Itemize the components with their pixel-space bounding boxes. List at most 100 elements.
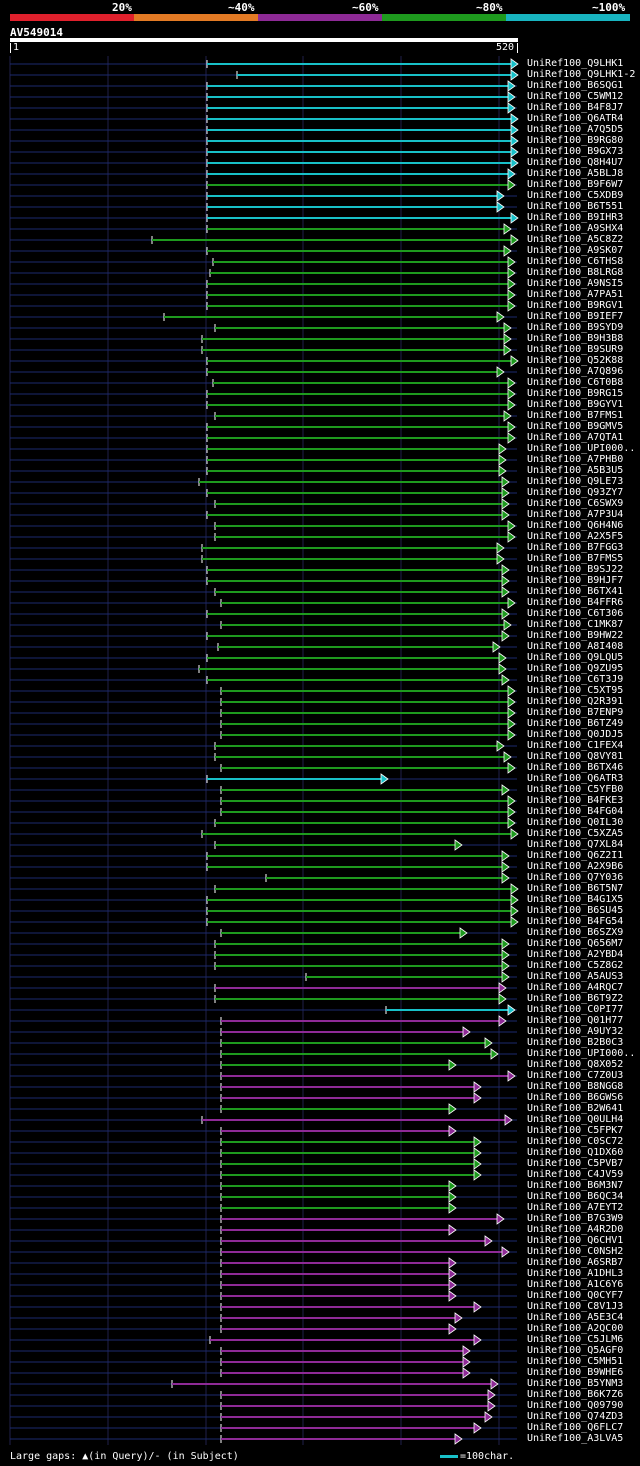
hit-label[interactable]: UniRef100_A4R2D0	[527, 1224, 623, 1235]
hit-label[interactable]: UniRef100_Q2R391	[527, 696, 623, 707]
hit-label[interactable]: UniRef100_Q0CYF7	[527, 1290, 623, 1301]
hit-label[interactable]: UniRef100_Q9LHK1	[527, 58, 623, 69]
hit-label[interactable]: UniRef100_B6TX46	[527, 762, 623, 773]
hit-label[interactable]: UniRef100_B9H3B8	[527, 333, 623, 344]
hit-label[interactable]: UniRef100_C5FPK7	[527, 1125, 623, 1136]
hit-label[interactable]: UniRef100_A9UY32	[527, 1026, 623, 1037]
hit-label[interactable]: UniRef100_B6TZ49	[527, 718, 623, 729]
hit-label[interactable]: UniRef100_A2QC00	[527, 1323, 623, 1334]
hit-label[interactable]: UniRef100_B6SQG1	[527, 80, 623, 91]
hit-label[interactable]: UniRef100_B4G1X5	[527, 894, 623, 905]
hit-label[interactable]: UniRef100_C6SWX9	[527, 498, 623, 509]
hit-label[interactable]: UniRef100_B7G3W9	[527, 1213, 623, 1224]
hit-label[interactable]: UniRef100_B6TX41	[527, 586, 623, 597]
hit-label[interactable]: UniRef100_A2X9B6	[527, 861, 623, 872]
hit-label[interactable]: UniRef100_B9SUR9	[527, 344, 623, 355]
hit-label[interactable]: UniRef100_B9RG15	[527, 388, 623, 399]
hit-label[interactable]: UniRef100_A7Q896	[527, 366, 623, 377]
hit-label[interactable]: UniRef100_B7ENP9	[527, 707, 623, 718]
hit-label[interactable]: UniRef100_C1MK87	[527, 619, 623, 630]
hit-label[interactable]: UniRef100_A6SRB7	[527, 1257, 623, 1268]
hit-label[interactable]: UniRef100_C6T0B8	[527, 377, 623, 388]
hit-label[interactable]: UniRef100_Q8VY81	[527, 751, 623, 762]
hit-label[interactable]: UniRef100_Q7Y036	[527, 872, 623, 883]
hit-label[interactable]: UniRef100_B8NGG8	[527, 1081, 623, 1092]
hit-label[interactable]: UniRef100_UPI000..	[527, 443, 635, 454]
hit-label[interactable]: UniRef100_A2X5F5	[527, 531, 623, 542]
hit-label[interactable]: UniRef100_Q0ULH4	[527, 1114, 623, 1125]
hit-label[interactable]: UniRef100_C8V1J3	[527, 1301, 623, 1312]
hit-label[interactable]: UniRef100_B8LRG8	[527, 267, 623, 278]
hit-label[interactable]: UniRef100_C1FEX4	[527, 740, 623, 751]
hit-label[interactable]: UniRef100_B9WHE6	[527, 1367, 623, 1378]
hit-label[interactable]: UniRef100_C5WM12	[527, 91, 623, 102]
hit-label[interactable]: UniRef100_C6THS8	[527, 256, 623, 267]
hit-label[interactable]: UniRef100_A3LVA5	[527, 1433, 623, 1444]
hit-label[interactable]: UniRef100_B9HJF7	[527, 575, 623, 586]
hit-label[interactable]: UniRef100_C6T3J9	[527, 674, 623, 685]
hit-label[interactable]: UniRef100_Q6ATR3	[527, 773, 623, 784]
hit-label[interactable]: UniRef100_A8I408	[527, 641, 623, 652]
hit-label[interactable]: UniRef100_B9SJ22	[527, 564, 623, 575]
hit-label[interactable]: UniRef100_B9SYD9	[527, 322, 623, 333]
hit-label[interactable]: UniRef100_Q5AGF0	[527, 1345, 623, 1356]
hit-label[interactable]: UniRef100_Q9LE73	[527, 476, 623, 487]
hit-label[interactable]: UniRef100_B9GYV1	[527, 399, 623, 410]
hit-label[interactable]: UniRef100_Q6CHV1	[527, 1235, 623, 1246]
hit-label[interactable]: UniRef100_A4RQC7	[527, 982, 623, 993]
hit-label[interactable]: UniRef100_A7Q5D5	[527, 124, 623, 135]
hit-label[interactable]: UniRef100_C0SC72	[527, 1136, 623, 1147]
hit-label[interactable]: UniRef100_B6T5N7	[527, 883, 623, 894]
hit-label[interactable]: UniRef100_C5XDB9	[527, 190, 623, 201]
hit-label[interactable]: UniRef100_Q8H4U7	[527, 157, 623, 168]
hit-label[interactable]: UniRef100_C6T306	[527, 608, 623, 619]
hit-label[interactable]: UniRef100_Q9LHK1-2	[527, 69, 635, 80]
hit-label[interactable]: UniRef100_Q8X052	[527, 1059, 623, 1070]
hit-label[interactable]: UniRef100_Q0JDJ5	[527, 729, 623, 740]
hit-label[interactable]: UniRef100_B6T9Z2	[527, 993, 623, 1004]
hit-label[interactable]: UniRef100_A2YBD4	[527, 949, 623, 960]
hit-label[interactable]: UniRef100_B5YNM3	[527, 1378, 623, 1389]
hit-label[interactable]: UniRef100_Q9LQU5	[527, 652, 623, 663]
hit-label[interactable]: UniRef100_Q93ZY7	[527, 487, 623, 498]
hit-label[interactable]: UniRef100_Q6Z2I1	[527, 850, 623, 861]
hit-label[interactable]: UniRef100_B9GX73	[527, 146, 623, 157]
hit-label[interactable]: UniRef100_C5MH51	[527, 1356, 623, 1367]
hit-label[interactable]: UniRef100_A5AUS3	[527, 971, 623, 982]
hit-label[interactable]: UniRef100_B6QC34	[527, 1191, 623, 1202]
hit-label[interactable]: UniRef100_Q9ZU95	[527, 663, 623, 674]
hit-label[interactable]: UniRef100_Q6H4N6	[527, 520, 623, 531]
hit-label[interactable]: UniRef100_C5PVB7	[527, 1158, 623, 1169]
hit-label[interactable]: UniRef100_B9HW22	[527, 630, 623, 641]
hit-label[interactable]: UniRef100_B6SU45	[527, 905, 623, 916]
hit-label[interactable]: UniRef100_B4FKE3	[527, 795, 623, 806]
hit-label[interactable]: UniRef100_C0NSH2	[527, 1246, 623, 1257]
hit-label[interactable]: UniRef100_B2B0C3	[527, 1037, 623, 1048]
hit-label[interactable]: UniRef100_B4FG54	[527, 916, 623, 927]
hit-label[interactable]: UniRef100_B9IHR3	[527, 212, 623, 223]
hit-label[interactable]: UniRef100_Q6ATR4	[527, 113, 623, 124]
hit-label[interactable]: UniRef100_A5B3U5	[527, 465, 623, 476]
hit-label[interactable]: UniRef100_B7FMS5	[527, 553, 623, 564]
hit-label[interactable]: UniRef100_Q656M7	[527, 938, 623, 949]
hit-label[interactable]: UniRef100_A5C8Z2	[527, 234, 623, 245]
hit-label[interactable]: UniRef100_B9IEF7	[527, 311, 623, 322]
hit-label[interactable]: UniRef100_C0PI77	[527, 1004, 623, 1015]
hit-label[interactable]: UniRef100_Q0IL30	[527, 817, 623, 828]
hit-label[interactable]: UniRef100_B6GWS6	[527, 1092, 623, 1103]
hit-label[interactable]: UniRef100_A1C6Y6	[527, 1279, 623, 1290]
hit-label[interactable]: UniRef100_A7PHB0	[527, 454, 623, 465]
hit-label[interactable]: UniRef100_B4FG04	[527, 806, 623, 817]
hit-label[interactable]: UniRef100_C5XZA5	[527, 828, 623, 839]
hit-label[interactable]: UniRef100_UPI000..	[527, 1048, 635, 1059]
hit-label[interactable]: UniRef100_Q7XL84	[527, 839, 623, 850]
hit-label[interactable]: UniRef100_A5BLJ8	[527, 168, 623, 179]
hit-label[interactable]: UniRef100_A7EYT2	[527, 1202, 623, 1213]
hit-label[interactable]: UniRef100_C5XT95	[527, 685, 623, 696]
hit-label[interactable]: UniRef100_Q74ZD3	[527, 1411, 623, 1422]
hit-label[interactable]: UniRef100_B9GMV5	[527, 421, 623, 432]
hit-label[interactable]: UniRef100_C5YFB0	[527, 784, 623, 795]
hit-label[interactable]: UniRef100_A9SK07	[527, 245, 623, 256]
hit-label[interactable]: UniRef100_B9RG80	[527, 135, 623, 146]
hit-label[interactable]: UniRef100_A9SHX4	[527, 223, 623, 234]
